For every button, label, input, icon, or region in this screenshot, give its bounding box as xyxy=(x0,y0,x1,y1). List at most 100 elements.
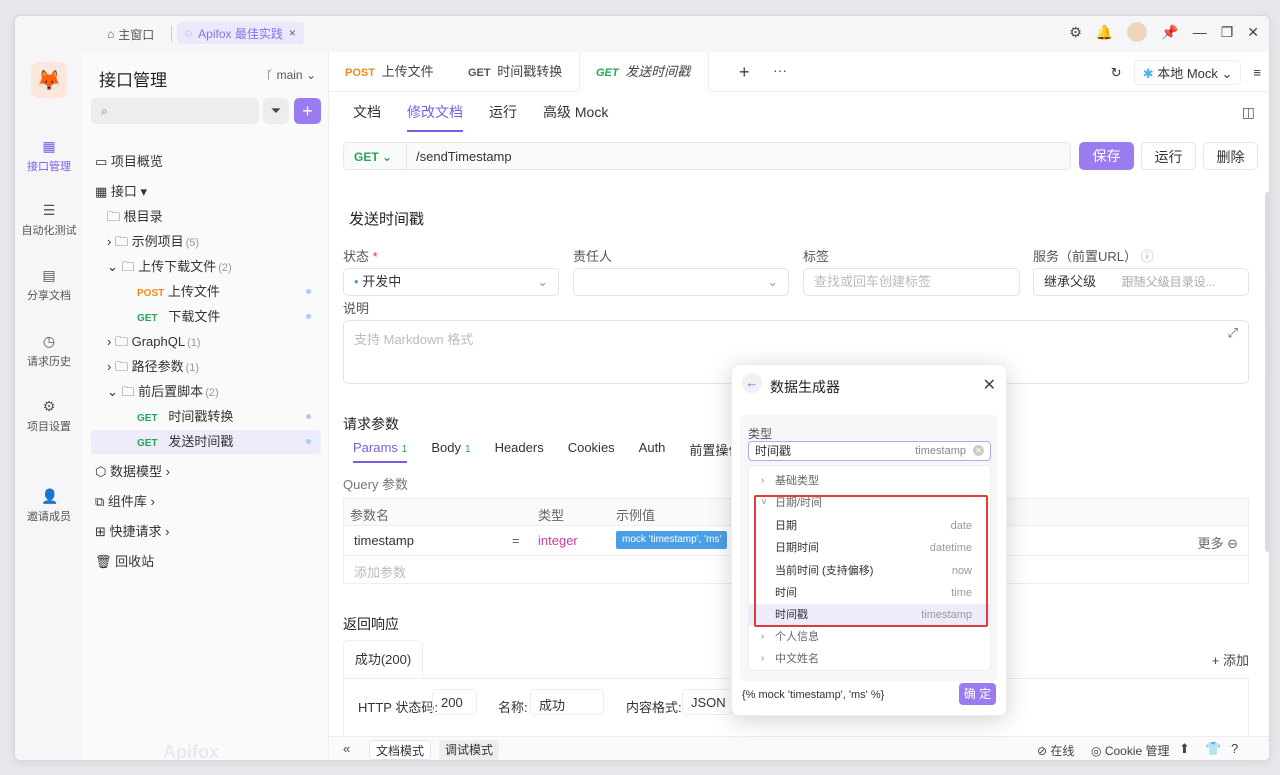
back-icon[interactable]: ← xyxy=(742,373,762,393)
nav-share-doc[interactable]: ▤ 分享文档 xyxy=(15,267,83,303)
tree-item-endpoint-selected[interactable]: GET 发送时间戳 xyxy=(91,430,321,454)
subtab-run[interactable]: 运行 xyxy=(489,102,517,132)
gear-icon[interactable]: ⚙ xyxy=(1069,24,1082,41)
nav-automation-test[interactable]: ☰ 自动化测试 xyxy=(15,202,83,238)
scrollbar[interactable] xyxy=(1265,192,1269,552)
param-type[interactable]: integer xyxy=(538,533,578,548)
collapse-icon[interactable]: « xyxy=(343,741,350,756)
shirt-icon[interactable]: 👕 xyxy=(1205,741,1221,757)
tree-item-folder[interactable]: ⌄ 🗀 前后置脚本 (2) xyxy=(91,380,321,404)
debug-mode-button[interactable]: 调试模式 xyxy=(439,740,500,760)
more-button[interactable]: 更多 ⊖ xyxy=(1197,533,1238,552)
nav-request-history[interactable]: ◷ 请求历史 xyxy=(15,333,83,369)
tab-headers[interactable]: Headers xyxy=(495,440,544,463)
tab-auth[interactable]: Auth xyxy=(639,440,666,463)
menu-icon[interactable]: ≡ xyxy=(1253,65,1261,80)
bell-icon[interactable]: 🔔 xyxy=(1096,24,1113,41)
desc-label: 说明 xyxy=(343,301,370,316)
tree-item-endpoint[interactable]: POST 上传文件 xyxy=(91,280,321,304)
tab-send-timestamp[interactable]: GET 发送时间戳 xyxy=(579,52,709,92)
list-category[interactable]: › 基础类型 xyxy=(749,470,990,492)
cookie-manager[interactable]: ◎ Cookie 管理 xyxy=(1091,742,1170,759)
tree-item-trash[interactable]: 🗑 回收站 xyxy=(91,550,321,574)
method-select[interactable]: GET ⌄ xyxy=(354,143,392,171)
tags-input[interactable]: 查找或回车创建标签 xyxy=(803,268,1020,296)
clear-icon[interactable]: ✕ xyxy=(973,445,984,456)
more-icon[interactable]: ··· xyxy=(773,62,787,78)
close-tab-icon[interactable]: × xyxy=(289,26,296,40)
owner-select[interactable]: ⌄ xyxy=(573,268,789,296)
help-icon[interactable]: ? xyxy=(1231,741,1238,756)
path-input[interactable]: /sendTimestamp xyxy=(416,143,512,171)
list-category[interactable]: › 中文姓名 xyxy=(749,648,990,670)
confirm-button[interactable]: 确 定 xyxy=(959,683,996,705)
http-status-input[interactable]: 200 xyxy=(432,689,477,715)
tab-cookies[interactable]: Cookies xyxy=(568,440,615,463)
tree-item-endpoint[interactable]: GET 时间戳转换 xyxy=(91,405,321,429)
env-selector[interactable]: ✱ 本地 Mock ⌄ xyxy=(1133,60,1242,85)
param-example[interactable]: mock 'timestamp', 'ms' xyxy=(616,531,728,549)
add-button[interactable]: + xyxy=(294,98,321,124)
nav-invite-members[interactable]: 👤 邀请成员 xyxy=(15,488,83,524)
add-response-button[interactable]: + 添加 xyxy=(1212,650,1249,669)
refresh-icon[interactable]: ↻ xyxy=(1111,65,1122,81)
category-label: 基础类型 xyxy=(775,475,819,487)
branch-selector[interactable]: ᚴ main ⌄ xyxy=(266,68,316,82)
nav-api-management[interactable]: ▦ 接口管理 xyxy=(15,138,83,174)
upload-icon[interactable]: ⬆ xyxy=(1179,741,1190,757)
help-icon[interactable]: ⓘ xyxy=(1141,249,1154,264)
add-tab-icon[interactable]: + xyxy=(739,62,750,83)
minimize-icon[interactable]: — xyxy=(1193,24,1207,40)
tree-item-folder[interactable]: › 🗀 GraphQL (1) xyxy=(91,330,321,354)
tab-body[interactable]: Body 1 xyxy=(431,440,470,463)
avatar[interactable] xyxy=(1127,22,1148,42)
delete-button[interactable]: 删除 xyxy=(1203,142,1258,170)
workspace-tab[interactable]: ◌ Apifox 最佳实践 × xyxy=(177,22,304,44)
tree-item-root[interactable]: 🗀 根目录 xyxy=(91,205,321,229)
url-bar[interactable]: GET ⌄ /sendTimestamp xyxy=(343,142,1071,171)
run-button[interactable]: 运行 xyxy=(1141,142,1196,170)
tree-item-folder[interactable]: › 🗀 路径参数 (1) xyxy=(91,355,321,379)
tree-item-folder[interactable]: ⌄ 🗀 上传下载文件 (2) xyxy=(91,255,321,279)
tree-item-components[interactable]: ⧉ 组件库 › xyxy=(91,490,321,514)
titlebar: ⌂ 主窗口 ◌ Apifox 最佳实践 × ⚙ 🔔 📌 — ❐ ✕ xyxy=(15,16,1269,52)
expand-icon[interactable]: ⤢ xyxy=(1228,325,1238,341)
tree-item-api[interactable]: ▦ 接口 ▾ xyxy=(91,180,321,204)
online-label: 在线 xyxy=(1050,744,1075,758)
nav-project-settings[interactable]: ⚙ 项目设置 xyxy=(15,398,83,434)
service-select[interactable]: 继承父级 跟随父级目录设... xyxy=(1033,268,1249,296)
search-input[interactable]: ⌕ xyxy=(91,98,259,124)
tree-item-quick-request[interactable]: ⊞ 快捷请求 › xyxy=(91,520,321,544)
subtab-doc[interactable]: 文档 xyxy=(353,102,381,132)
doc-mode-button[interactable]: 文档模式 xyxy=(369,740,432,760)
subtab-edit-doc[interactable]: 修改文档 xyxy=(407,102,463,132)
pin-icon[interactable]: 📌 xyxy=(1161,24,1178,41)
subtab-advanced-mock[interactable]: 高级 Mock xyxy=(543,102,608,132)
tree-item-endpoint[interactable]: GET 下载文件 xyxy=(91,305,321,329)
tab-params[interactable]: Params 1 xyxy=(353,440,408,463)
content-format-select[interactable]: JSON xyxy=(682,689,732,715)
list-category[interactable]: › 个人信息 xyxy=(749,626,990,648)
home-tab[interactable]: ⌂ 主窗口 xyxy=(107,24,154,44)
type-search-input[interactable]: 时间戳 timestamp ✕ xyxy=(748,441,991,461)
online-status[interactable]: ⊘ 在线 xyxy=(1037,742,1074,759)
tab-upload-file[interactable]: POST 上传文件 xyxy=(329,52,450,92)
sidebar-title: 接口管理 xyxy=(99,71,167,90)
restore-icon[interactable]: ❐ xyxy=(1221,24,1234,41)
api-name-field[interactable]: 发送时间戳 xyxy=(349,208,424,229)
filter-button[interactable]: ⏷ xyxy=(263,98,289,124)
status-select[interactable]: • 开发中 ⌄ xyxy=(343,268,559,296)
folder-icon: 🗀 xyxy=(114,234,128,249)
tree-item-data-models[interactable]: ⬡ 数据模型 › xyxy=(91,460,321,484)
response-tab[interactable]: 成功(200) xyxy=(343,640,423,678)
panel-toggle-icon[interactable]: ◫ xyxy=(1242,104,1255,121)
close-icon[interactable]: ✕ xyxy=(1247,24,1259,41)
save-button[interactable]: 保存 xyxy=(1079,142,1134,170)
close-icon[interactable]: ✕ xyxy=(983,375,996,395)
param-name[interactable]: timestamp xyxy=(354,533,414,548)
tree-item-overview[interactable]: ▭ 项目概览 xyxy=(91,150,321,174)
name-input[interactable]: 成功 xyxy=(530,689,604,715)
tree-item-folder[interactable]: › 🗀 示例项目 (5) xyxy=(91,230,321,254)
service-value: 继承父级 xyxy=(1044,274,1097,289)
tab-timestamp-convert[interactable]: GET 时间戳转换 xyxy=(452,52,578,92)
